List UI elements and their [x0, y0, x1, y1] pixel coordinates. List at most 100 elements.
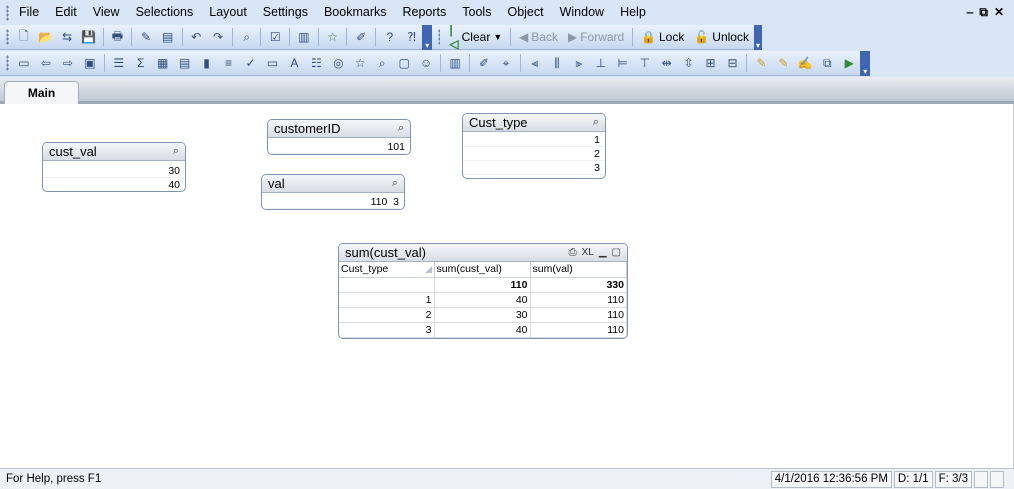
- menu-object[interactable]: Object: [499, 0, 551, 25]
- lock-button[interactable]: 🔒 Lock: [636, 27, 689, 47]
- tab-main[interactable]: Main: [4, 81, 79, 104]
- bookmark-object-icon[interactable]: ☆: [351, 54, 369, 72]
- search-icon[interactable]: ⌕: [238, 28, 256, 46]
- list-item[interactable]: 110 3: [262, 195, 404, 209]
- chart-caption[interactable]: sum(cust_val) ⎙ XL ▁ ▢: [339, 244, 627, 262]
- script-debug-icon[interactable]: ▶: [840, 54, 858, 72]
- edit-module-icon[interactable]: ✐: [352, 28, 370, 46]
- multi-box-icon[interactable]: ▤: [176, 54, 194, 72]
- menu-settings[interactable]: Settings: [255, 0, 316, 25]
- clear-button[interactable]: |◁ Clear ▼: [444, 23, 507, 51]
- list-item[interactable]: 40: [43, 178, 185, 191]
- table-row[interactable]: 1 40 110: [339, 292, 627, 308]
- search-icon[interactable]: ⌕: [392, 177, 398, 190]
- maximize-icon[interactable]: ▢: [612, 247, 621, 258]
- restore-window-button[interactable]: ⧉: [979, 5, 988, 20]
- list-item[interactable]: 2: [463, 147, 605, 161]
- table-box-icon[interactable]: ▦: [154, 54, 172, 72]
- unlock-button[interactable]: 🔓 Unlock: [689, 27, 754, 47]
- chart-properties-icon[interactable]: ▥: [446, 54, 464, 72]
- menu-view[interactable]: View: [85, 0, 128, 25]
- toolbar-grip[interactable]: [6, 29, 9, 45]
- listbox-caption[interactable]: val ⌕: [262, 175, 404, 193]
- table-cell[interactable]: 3: [339, 322, 435, 338]
- table-cell[interactable]: 1: [339, 292, 435, 308]
- list-item[interactable]: 101: [268, 140, 410, 154]
- demote-sheet-icon[interactable]: ⇨: [59, 54, 77, 72]
- column-header-sum-val[interactable]: sum(val): [530, 262, 627, 278]
- align-right-icon[interactable]: ⫸: [570, 54, 588, 72]
- edit-expression-icon[interactable]: ✍: [796, 54, 814, 72]
- list-item[interactable]: 3: [463, 161, 605, 175]
- listbox-customer-id[interactable]: customerID ⌕ 101: [267, 119, 411, 155]
- promote-sheet-icon[interactable]: ⇦: [37, 54, 55, 72]
- statistics-box-icon[interactable]: Σ: [132, 54, 150, 72]
- custom-object-icon[interactable]: ☺: [417, 54, 435, 72]
- save-icon[interactable]: 💾: [80, 28, 98, 46]
- open-folder-icon[interactable]: 📂: [37, 28, 55, 46]
- back-button[interactable]: ◀ Back: [514, 27, 563, 47]
- listbox-caption[interactable]: cust_val ⌕: [43, 143, 185, 161]
- align-middle-icon[interactable]: ⊨: [614, 54, 632, 72]
- space-vertical-icon[interactable]: ⇳: [680, 54, 698, 72]
- search-icon[interactable]: ⌕: [173, 145, 179, 158]
- same-width-icon[interactable]: ⊟: [724, 54, 742, 72]
- listbox-caption[interactable]: Cust_type ⌕: [463, 114, 605, 132]
- bookmark-star-icon[interactable]: ☆: [324, 28, 342, 46]
- new-document-icon[interactable]: 🗋: [15, 28, 33, 46]
- align-center-icon[interactable]: ⫼: [548, 54, 566, 72]
- listbox-cust-val[interactable]: cust_val ⌕ 30 40: [42, 142, 186, 192]
- menu-edit[interactable]: Edit: [47, 0, 85, 25]
- close-window-button[interactable]: ✕: [994, 5, 1004, 20]
- menu-layout[interactable]: Layout: [201, 0, 255, 25]
- checkmark-icon[interactable]: ☑: [266, 28, 284, 46]
- column-header-cust-type[interactable]: Cust_type: [339, 262, 435, 278]
- xl-export-icon[interactable]: XL: [582, 247, 594, 258]
- undo-icon[interactable]: ↶: [187, 28, 205, 46]
- format-painter-icon[interactable]: ✐: [475, 54, 493, 72]
- menu-bookmarks[interactable]: Bookmarks: [316, 0, 395, 25]
- redo-icon[interactable]: ↷: [209, 28, 227, 46]
- table-cell[interactable]: 2: [339, 307, 435, 323]
- chart-wizard-icon[interactable]: ▥: [295, 28, 313, 46]
- same-size-icon[interactable]: ⊞: [702, 54, 720, 72]
- toolbar-grip[interactable]: [6, 55, 9, 71]
- search-icon[interactable]: ⌕: [593, 116, 599, 129]
- help-icon[interactable]: ?: [381, 28, 399, 46]
- current-selections-icon[interactable]: ✓: [242, 54, 260, 72]
- search-object-icon[interactable]: ⌕: [373, 54, 391, 72]
- straight-table-chart[interactable]: sum(cust_val) ⎙ XL ▁ ▢ Cust_type sum(cus…: [338, 243, 628, 339]
- sheet-properties-icon[interactable]: ▣: [81, 54, 99, 72]
- minimize-icon[interactable]: ▁: [599, 247, 607, 258]
- reload-script-icon[interactable]: ▤: [159, 28, 177, 46]
- menu-grip[interactable]: [6, 4, 9, 21]
- listbox-caption[interactable]: customerID ⌕: [268, 120, 410, 138]
- resize-icon[interactable]: ⌖: [497, 54, 515, 72]
- space-horizontal-icon[interactable]: ⇹: [658, 54, 676, 72]
- minimize-window-button[interactable]: ‒: [967, 5, 974, 20]
- menu-selections[interactable]: Selections: [128, 0, 202, 25]
- menu-reports[interactable]: Reports: [395, 0, 455, 25]
- menu-help[interactable]: Help: [612, 0, 654, 25]
- table-row[interactable]: 3 40 110: [339, 322, 627, 338]
- edit-script-icon[interactable]: ✎: [137, 28, 155, 46]
- container-object-icon[interactable]: ▢: [395, 54, 413, 72]
- list-item[interactable]: 1: [463, 133, 605, 147]
- toolbar-overflow-icon[interactable]: ▾: [860, 50, 871, 76]
- sheet-settings-icon[interactable]: ✎: [774, 54, 792, 72]
- column-header-sum-cust-val[interactable]: sum(cust_val): [434, 262, 531, 278]
- print-icon[interactable]: ⎙: [569, 247, 577, 258]
- button-object-icon[interactable]: ▭: [263, 54, 281, 72]
- align-bottom-icon[interactable]: ⊥: [592, 54, 610, 72]
- line-object-icon[interactable]: ☷: [307, 54, 325, 72]
- toolbar-grip[interactable]: [438, 29, 441, 45]
- align-left-icon[interactable]: ⫷: [526, 54, 544, 72]
- toolbar-overflow-icon[interactable]: ▾: [753, 24, 762, 50]
- chart-icon[interactable]: ▮: [198, 54, 216, 72]
- listbox-val[interactable]: val ⌕ 110 3: [261, 174, 405, 210]
- search-icon[interactable]: ⌕: [398, 122, 404, 135]
- input-box-icon[interactable]: ≡: [220, 54, 238, 72]
- list-item[interactable]: 30: [43, 164, 185, 178]
- toolbar-overflow-icon[interactable]: ▾: [422, 24, 433, 50]
- listbox-cust-type[interactable]: Cust_type ⌕ 1 2 3: [462, 113, 606, 179]
